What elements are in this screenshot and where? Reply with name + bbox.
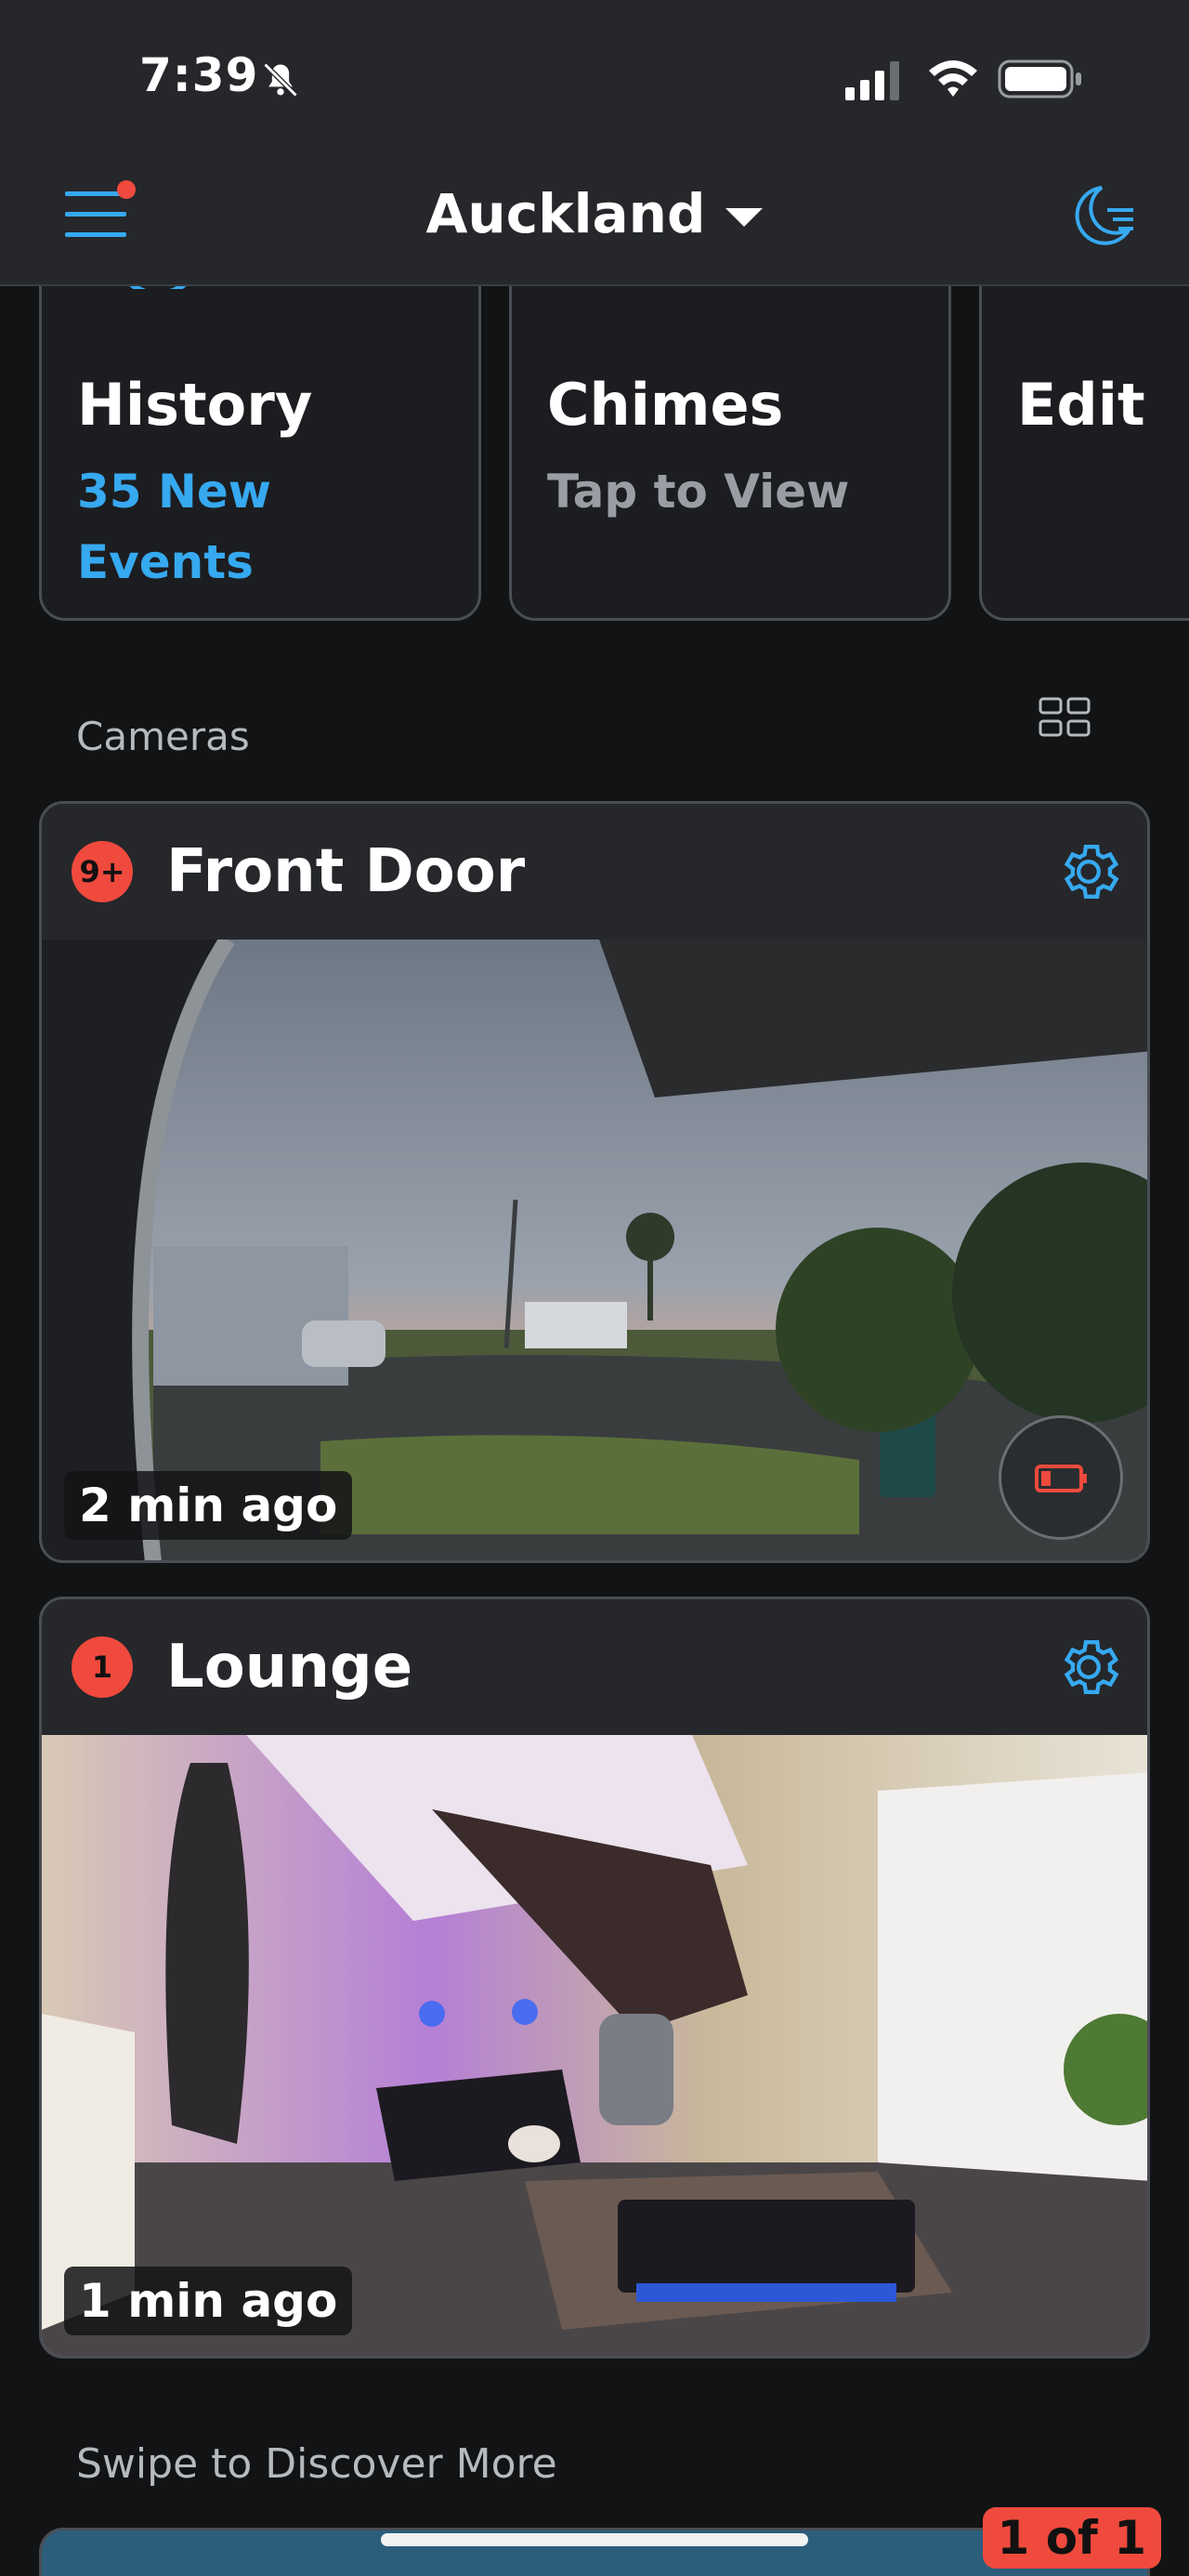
moon-modes-icon[interactable] — [1065, 182, 1135, 253]
camera-card-front-door[interactable]: 9+ Front Door 2 min ago — [39, 801, 1150, 1563]
cameras-section-label: Cameras — [76, 714, 250, 759]
home-indicator[interactable] — [381, 2533, 808, 2546]
front-door-snapshot — [42, 940, 1147, 1560]
chevron-down-icon — [725, 207, 764, 227]
lounge-snapshot — [42, 1735, 1147, 2356]
gear-icon[interactable] — [1054, 1633, 1123, 1702]
camera-feed-lounge[interactable]: 1 min ago — [42, 1735, 1147, 2356]
quick-tiles: History 35 New Events Chimes Tap to View… — [0, 286, 1189, 626]
low-battery-icon — [1035, 1465, 1087, 1492]
event-count-badge: 1 — [72, 1636, 133, 1698]
signal-icon — [845, 61, 899, 100]
chime-icon — [573, 286, 647, 289]
snapshot-timestamp: 2 min ago — [64, 1471, 353, 1540]
battery-level-button[interactable] — [999, 1415, 1123, 1540]
camera-card-lounge[interactable]: 1 Lounge 1 min ago — [39, 1597, 1150, 2359]
chimes-title: Chimes — [547, 371, 784, 439]
history-title: History — [77, 371, 313, 439]
camera-feed-front-door[interactable]: 2 min ago — [42, 940, 1147, 1560]
discover-section-label: Swipe to Discover More — [76, 2440, 557, 2488]
pager-indicator: 1 of 1 — [982, 2507, 1161, 2569]
camera-header: 9+ Front Door — [42, 804, 1147, 940]
grid-view-icon[interactable] — [1039, 697, 1092, 738]
status-time: 7:39 — [139, 48, 259, 102]
top-bar: 7:39 Auckland — [0, 0, 1189, 286]
battery-status-icon — [998, 59, 1081, 99]
camera-name: Front Door — [166, 837, 526, 906]
camera-name: Lounge — [166, 1633, 413, 1702]
edit-icon — [1028, 286, 1130, 289]
chimes-tile[interactable]: Chimes Tap to View — [509, 286, 951, 621]
history-subtitle: 35 New Events — [77, 465, 271, 589]
camera-header: 1 Lounge — [42, 1599, 1147, 1735]
edit-tile[interactable]: Edit — [979, 286, 1189, 621]
bell-muted-icon — [263, 62, 298, 98]
history-tile[interactable]: History 35 New Events — [39, 286, 481, 621]
edit-title: Edit — [1017, 371, 1145, 439]
chimes-subtitle: Tap to View — [547, 465, 850, 519]
location-name: Auckland — [425, 182, 706, 245]
location-selector[interactable]: Auckland — [0, 182, 1189, 245]
gear-icon[interactable] — [1054, 837, 1123, 906]
event-count-badge: 9+ — [72, 841, 133, 902]
wifi-icon — [929, 60, 977, 97]
history-icon — [129, 286, 187, 289]
snapshot-timestamp: 1 min ago — [64, 2267, 353, 2335]
